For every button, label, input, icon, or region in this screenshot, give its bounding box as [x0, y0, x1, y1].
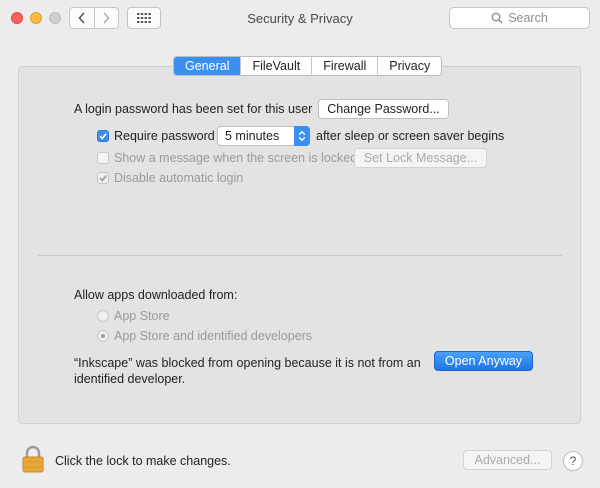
tab-firewall[interactable]: Firewall: [311, 57, 377, 75]
change-password-button[interactable]: Change Password...: [318, 99, 449, 119]
tab-privacy[interactable]: Privacy: [377, 57, 441, 75]
blocked-message-line1: “Inkscape” was blocked from opening beca…: [74, 356, 421, 370]
radio-app-store-label: App Store: [114, 309, 170, 323]
disable-auto-login-label: Disable automatic login: [114, 171, 244, 185]
checkmark-icon: [99, 175, 107, 182]
checkmark-icon: [99, 133, 107, 140]
search-field[interactable]: Search: [449, 7, 590, 29]
blocked-message-line2: identified developer.: [74, 372, 186, 386]
tab-general[interactable]: General: [174, 57, 241, 75]
magnifier-icon: [491, 12, 503, 24]
search-placeholder: Search: [508, 11, 548, 25]
open-anyway-button[interactable]: Open Anyway: [434, 351, 533, 371]
advanced-button[interactable]: Advanced...: [463, 450, 552, 470]
require-password-checkbox[interactable]: [97, 130, 109, 142]
require-password-suffix: after sleep or screen saver begins: [316, 129, 505, 143]
updown-arrows-icon: [294, 126, 310, 146]
lock-message: Click the lock to make changes.: [55, 454, 231, 468]
help-button[interactable]: ?: [563, 451, 583, 471]
require-password-delay-select[interactable]: 5 minutes: [217, 126, 310, 146]
allow-apps-heading: Allow apps downloaded from:: [74, 288, 238, 302]
tab-bar: General FileVault Firewall Privacy: [173, 56, 443, 76]
set-lock-message-button[interactable]: Set Lock Message...: [354, 148, 487, 168]
radio-app-store-identified[interactable]: [97, 330, 109, 342]
title-bar: Security & Privacy Search: [0, 0, 600, 36]
require-password-delay-value: 5 minutes: [225, 129, 280, 143]
disable-auto-login-checkbox[interactable]: [97, 172, 109, 184]
section-divider: [38, 255, 562, 256]
lock-icon[interactable]: [22, 445, 44, 473]
radio-app-store-identified-label: App Store and identified developers: [114, 329, 313, 343]
show-message-label: Show a message when the screen is locked: [114, 151, 358, 165]
radio-app-store[interactable]: [97, 310, 109, 322]
show-message-checkbox[interactable]: [97, 152, 109, 164]
login-password-text: A login password has been set for this u…: [74, 102, 313, 116]
require-password-label: Require password: [114, 129, 215, 143]
tab-filevault[interactable]: FileVault: [240, 57, 311, 75]
